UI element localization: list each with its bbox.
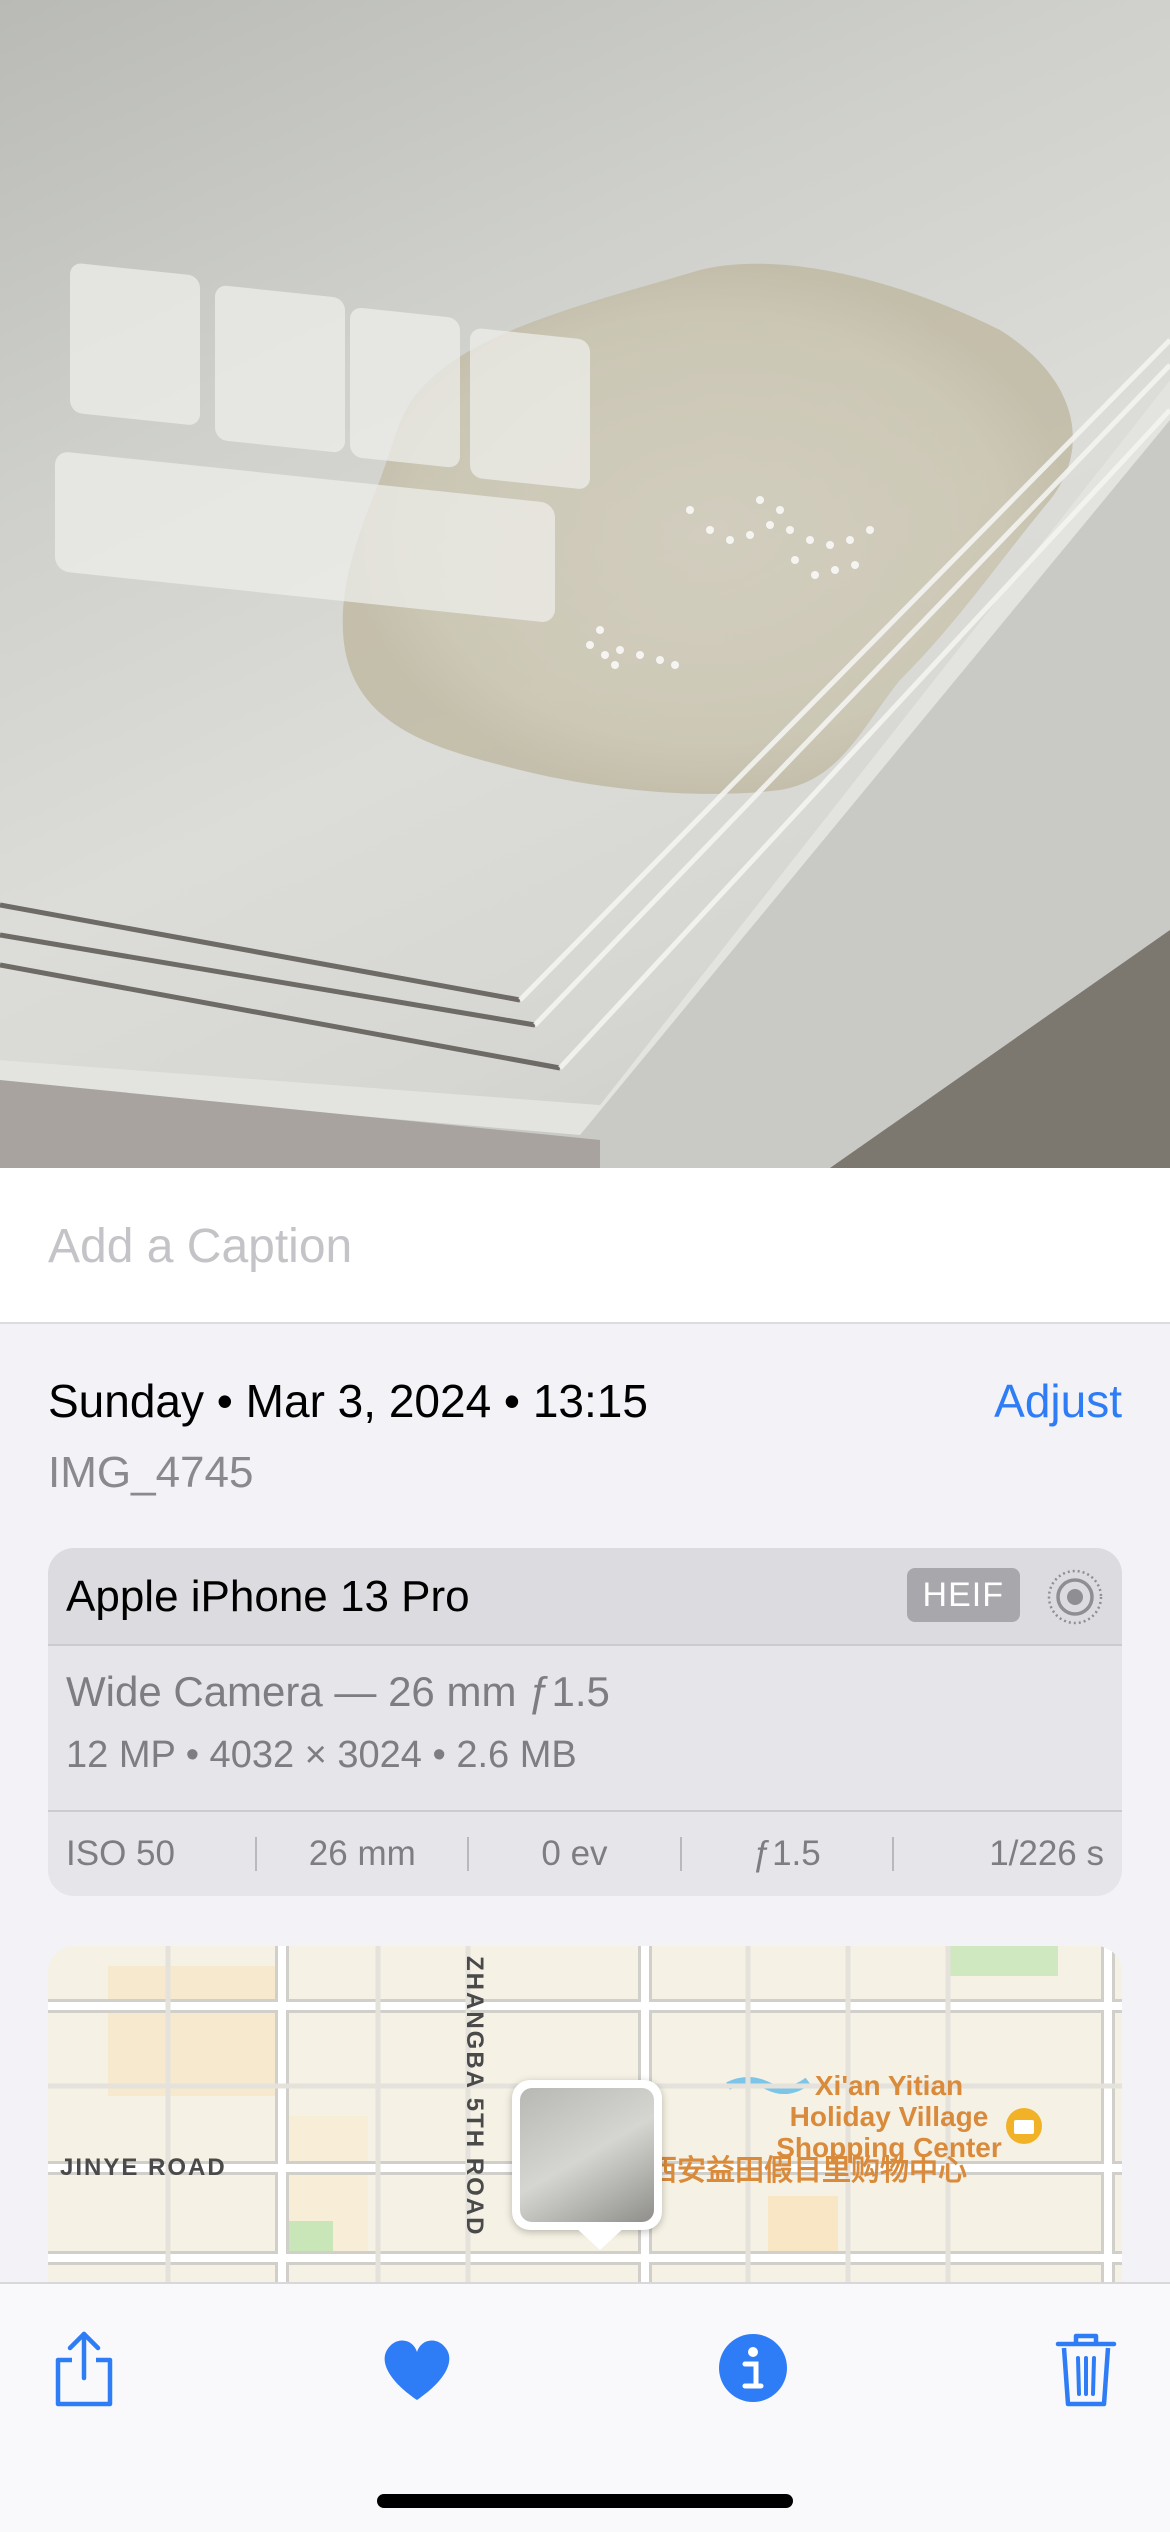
poi-label-en[interactable]: Xi'an Yitian Holiday Village Shopping Ce… (754, 2070, 1024, 2163)
info-icon[interactable] (711, 2326, 795, 2410)
trash-icon[interactable] (1044, 2326, 1128, 2410)
photo-image (0, 263, 1170, 1168)
exif-focal-length: 26 mm (308, 1834, 416, 1873)
exif-row: ISO 50 26 mm 0 ev ƒ1.5 1/226 s (48, 1812, 1122, 1896)
exif-shutter: 1/226 s (989, 1834, 1104, 1873)
exif-iso: ISO 50 (66, 1834, 175, 1873)
photo[interactable] (0, 0, 1170, 1168)
heart-icon[interactable] (375, 2326, 459, 2410)
bottom-toolbar (0, 2282, 1170, 2532)
exif-aperture: ƒ1.5 (752, 1834, 821, 1873)
lens-info: Wide Camera — 26 mm ƒ1.5 (66, 1668, 610, 1715)
live-photo-icon[interactable] (1046, 1568, 1104, 1626)
caption-area (0, 1168, 1170, 1324)
device-name: Apple iPhone 13 Pro (66, 1572, 470, 1621)
home-indicator (377, 2494, 793, 2508)
exif-exposure: 0 ev (541, 1834, 608, 1873)
photo-thumbnail (520, 2088, 654, 2222)
poi-label-cn[interactable]: 西安益田假日里购物中心 (648, 2156, 967, 2187)
map-photo-pin[interactable] (512, 2080, 662, 2230)
info-panel: Sunday • Mar 3, 2024 • 13:15 Adjust IMG_… (0, 1326, 1170, 2286)
location-map[interactable]: ZHANGBA 5TH ROAD JINYE ROAD Xi'an Yitian… (48, 1946, 1122, 2286)
caption-input[interactable] (48, 1214, 1048, 1278)
filename-label: IMG_4745 (48, 1448, 254, 1497)
road-label-vertical: ZHANGBA 5TH ROAD (461, 1956, 488, 2237)
map-pin-pointer (574, 2226, 626, 2250)
format-badge: HEIF (906, 1568, 1020, 1622)
road-label-horizontal: JINYE ROAD (60, 2154, 227, 2181)
image-specs: 12 MP • 4032 × 3024 • 2.6 MB (66, 1734, 577, 1776)
camera-card-header: Apple iPhone 13 Pro HEIF (48, 1548, 1122, 1646)
camera-info-card: Apple iPhone 13 Pro HEIF Wide Camera — 2… (48, 1548, 1122, 1896)
adjust-button[interactable]: Adjust (994, 1374, 1122, 1428)
date-time-label: Sunday • Mar 3, 2024 • 13:15 (48, 1375, 648, 1427)
share-icon[interactable] (42, 2326, 126, 2410)
